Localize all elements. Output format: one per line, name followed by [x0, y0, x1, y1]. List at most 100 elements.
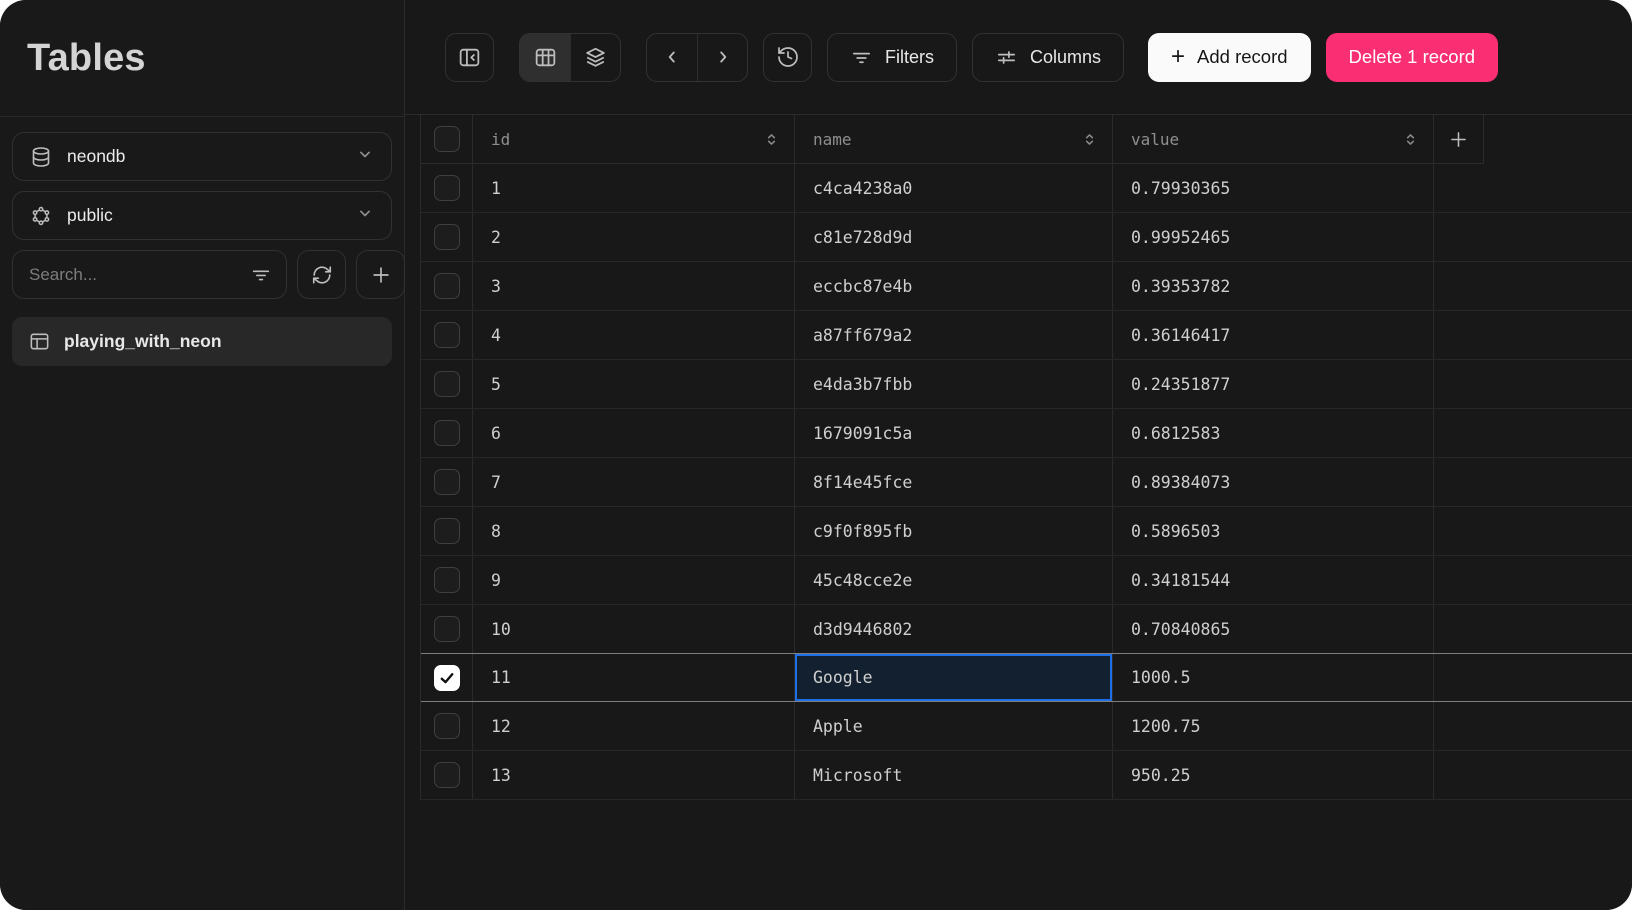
- cell-id[interactable]: 10: [473, 605, 795, 653]
- add-column-button[interactable]: [1434, 115, 1484, 164]
- cell-name[interactable]: a87ff679a2: [795, 311, 1113, 359]
- cell-name[interactable]: 45c48cce2e: [795, 556, 1113, 604]
- cell-value[interactable]: 0.70840865: [1113, 605, 1434, 653]
- row-checkbox[interactable]: [433, 469, 460, 495]
- column-header-id[interactable]: id: [473, 115, 795, 164]
- row-checkbox-cell[interactable]: [421, 507, 473, 555]
- table-row[interactable]: 10 d3d9446802 0.70840865: [421, 605, 1632, 654]
- row-checkbox-cell[interactable]: [421, 458, 473, 506]
- cell-value[interactable]: 1000.5: [1113, 654, 1434, 701]
- cell-id[interactable]: 4: [473, 311, 795, 359]
- toggle-sidebar-button[interactable]: [445, 32, 494, 82]
- cell-id[interactable]: 5: [473, 360, 795, 408]
- row-checkbox-cell[interactable]: [421, 409, 473, 457]
- row-checkbox-cell[interactable]: [421, 164, 473, 212]
- table-row[interactable]: 8 c9f0f895fb 0.5896503: [421, 507, 1632, 556]
- row-checkbox[interactable]: [433, 420, 460, 446]
- cell-name[interactable]: c9f0f895fb: [795, 507, 1113, 555]
- cell-id[interactable]: 11: [473, 654, 795, 701]
- cell-name[interactable]: Microsoft: [795, 751, 1113, 799]
- table-row[interactable]: 7 8f14e45fce 0.89384073: [421, 458, 1632, 507]
- row-checkbox-cell[interactable]: [421, 262, 473, 310]
- search-input[interactable]: [29, 264, 250, 285]
- cell-id[interactable]: 6: [473, 409, 795, 457]
- row-checkbox[interactable]: [433, 273, 460, 299]
- table-row[interactable]: 3 eccbc87e4b 0.39353782: [421, 262, 1632, 311]
- table-row[interactable]: 4 a87ff679a2 0.36146417: [421, 311, 1632, 360]
- delete-record-button[interactable]: Delete 1 record: [1325, 32, 1499, 82]
- cell-id[interactable]: 8: [473, 507, 795, 555]
- row-checkbox-cell[interactable]: [421, 213, 473, 261]
- table-row[interactable]: 11 Google 1000.5: [421, 653, 1632, 702]
- cell-id[interactable]: 2: [473, 213, 795, 261]
- cell-value[interactable]: 0.36146417: [1113, 311, 1434, 359]
- cell-name[interactable]: Apple: [795, 702, 1113, 750]
- cell-value[interactable]: 0.39353782: [1113, 262, 1434, 310]
- row-checkbox[interactable]: [433, 762, 460, 788]
- cell-value[interactable]: 0.34181544: [1113, 556, 1434, 604]
- table-row[interactable]: 5 e4da3b7fbb 0.24351877: [421, 360, 1632, 409]
- select-all-checkbox[interactable]: [433, 126, 460, 152]
- filters-button[interactable]: Filters: [827, 32, 957, 82]
- columns-button[interactable]: Columns: [972, 32, 1125, 82]
- add-table-button[interactable]: [356, 250, 405, 299]
- row-checkbox-cell[interactable]: [421, 605, 473, 653]
- cell-id[interactable]: 12: [473, 702, 795, 750]
- row-checkbox[interactable]: [433, 518, 460, 544]
- cell-name[interactable]: 8f14e45fce: [795, 458, 1113, 506]
- add-record-button[interactable]: + Add record: [1148, 32, 1311, 82]
- layers-view-button[interactable]: [570, 33, 620, 81]
- cell-name[interactable]: eccbc87e4b: [795, 262, 1113, 310]
- cell-id[interactable]: 7: [473, 458, 795, 506]
- row-checkbox[interactable]: [433, 322, 460, 348]
- row-checkbox[interactable]: [433, 371, 460, 397]
- cell-name[interactable]: Google: [795, 654, 1113, 701]
- table-row[interactable]: 12 Apple 1200.75: [421, 702, 1632, 751]
- cell-name[interactable]: 1679091c5a: [795, 409, 1113, 457]
- row-checkbox[interactable]: [433, 175, 460, 201]
- cell-id[interactable]: 13: [473, 751, 795, 799]
- row-checkbox-cell[interactable]: [421, 311, 473, 359]
- row-checkbox[interactable]: [433, 567, 460, 593]
- next-page-button[interactable]: [697, 33, 747, 81]
- cell-name[interactable]: c4ca4238a0: [795, 164, 1113, 212]
- table-row[interactable]: 2 c81e728d9d 0.99952465: [421, 213, 1632, 262]
- row-checkbox[interactable]: [433, 664, 460, 691]
- column-header-value[interactable]: value: [1113, 115, 1434, 164]
- row-checkbox[interactable]: [433, 713, 460, 739]
- cell-value[interactable]: 0.79930365: [1113, 164, 1434, 212]
- row-checkbox-cell[interactable]: [421, 654, 473, 701]
- cell-id[interactable]: 3: [473, 262, 795, 310]
- row-checkbox-cell[interactable]: [421, 751, 473, 799]
- cell-value[interactable]: 0.24351877: [1113, 360, 1434, 408]
- row-checkbox-cell[interactable]: [421, 360, 473, 408]
- cell-value[interactable]: 950.25: [1113, 751, 1434, 799]
- table-row[interactable]: 1 c4ca4238a0 0.79930365: [421, 164, 1632, 213]
- cell-value[interactable]: 0.5896503: [1113, 507, 1434, 555]
- column-header-name[interactable]: name: [795, 115, 1113, 164]
- cell-value[interactable]: 1200.75: [1113, 702, 1434, 750]
- cell-id[interactable]: 1: [473, 164, 795, 212]
- cell-name[interactable]: e4da3b7fbb: [795, 360, 1113, 408]
- table-row[interactable]: 13 Microsoft 950.25: [421, 751, 1632, 800]
- refresh-button[interactable]: [297, 250, 346, 299]
- history-button[interactable]: [763, 32, 812, 82]
- cell-name[interactable]: d3d9446802: [795, 605, 1113, 653]
- cell-value[interactable]: 0.99952465: [1113, 213, 1434, 261]
- cell-value[interactable]: 0.89384073: [1113, 458, 1434, 506]
- row-checkbox[interactable]: [433, 616, 460, 642]
- row-checkbox[interactable]: [433, 224, 460, 250]
- table-row[interactable]: 9 45c48cce2e 0.34181544: [421, 556, 1632, 605]
- prev-page-button[interactable]: [647, 34, 697, 81]
- row-checkbox-cell[interactable]: [421, 702, 473, 750]
- cell-value[interactable]: 0.6812583: [1113, 409, 1434, 457]
- database-selector[interactable]: neondb: [12, 132, 392, 181]
- schema-selector[interactable]: public: [12, 191, 392, 240]
- row-checkbox-cell[interactable]: [421, 556, 473, 604]
- cell-id[interactable]: 9: [473, 556, 795, 604]
- select-all-checkbox-cell[interactable]: [421, 115, 473, 164]
- table-view-button[interactable]: [520, 33, 570, 81]
- sidebar-item-playing-with-neon[interactable]: playing_with_neon: [12, 317, 392, 366]
- cell-name[interactable]: c81e728d9d: [795, 213, 1113, 261]
- table-row[interactable]: 6 1679091c5a 0.6812583: [421, 409, 1632, 458]
